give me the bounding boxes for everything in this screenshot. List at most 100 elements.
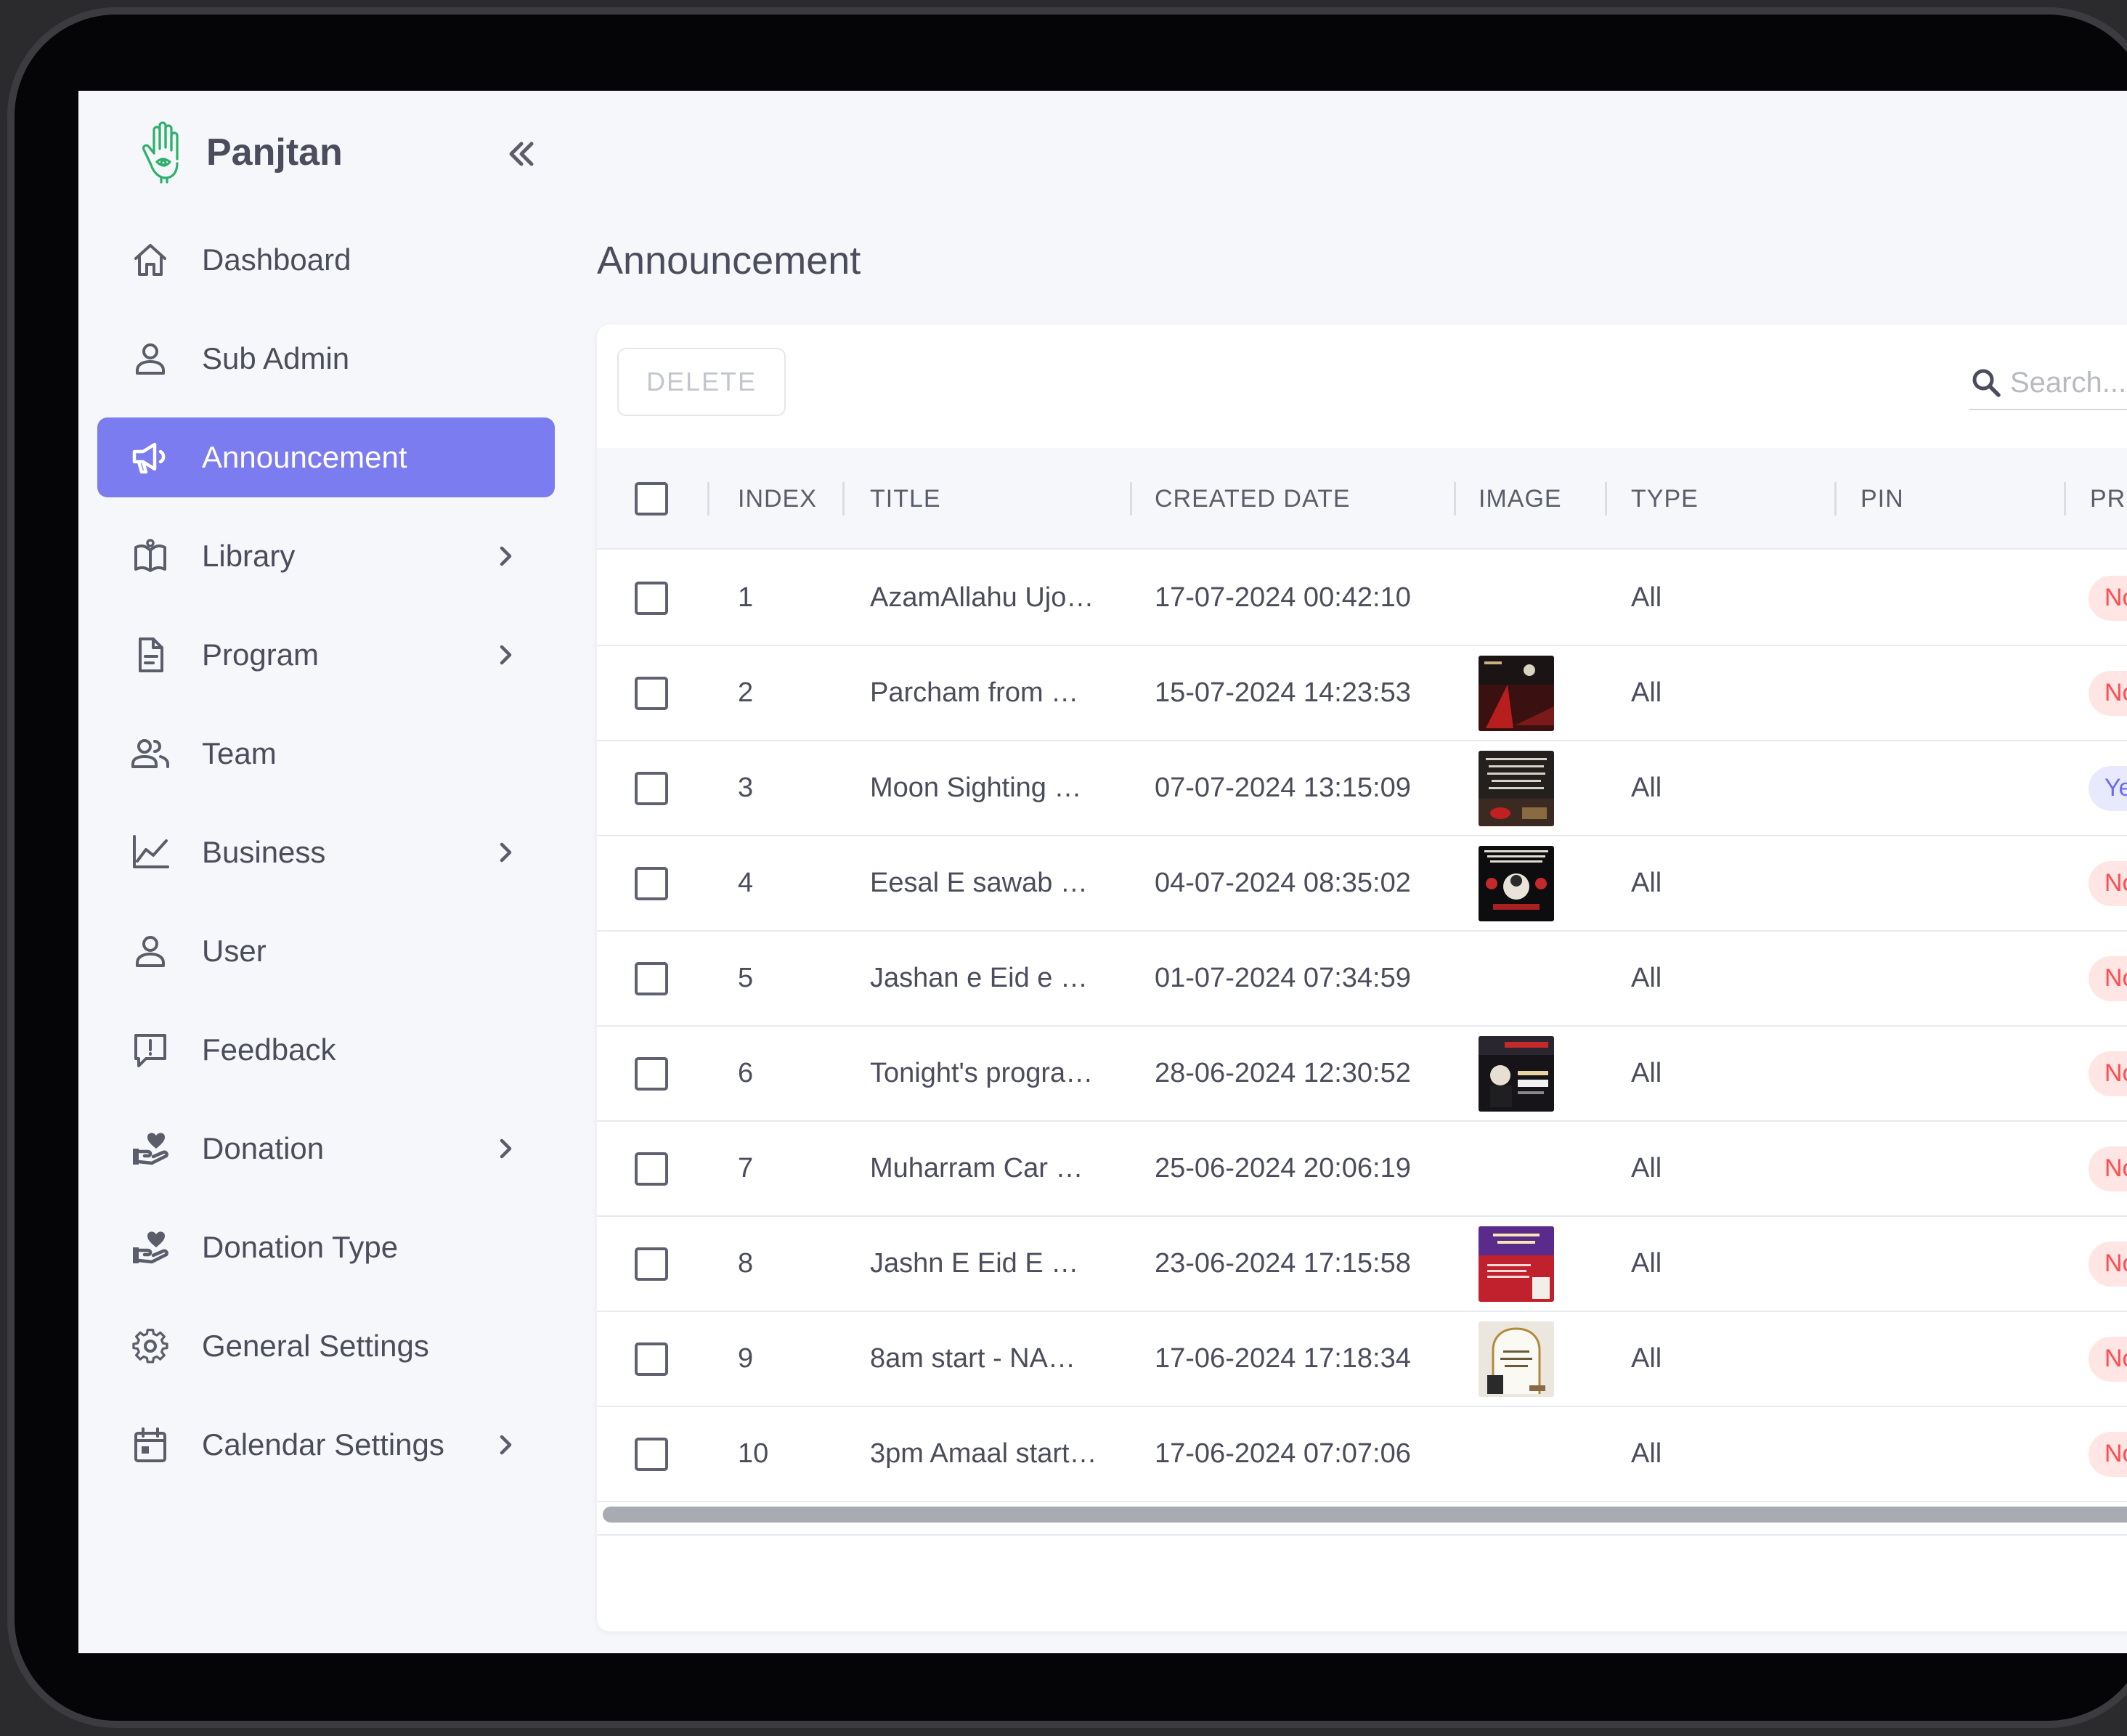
sidebar-item-calendar-settings[interactable]: Calendar Settings <box>97 1405 555 1485</box>
sidebar-item-user[interactable]: User <box>97 911 555 991</box>
calendar-icon <box>129 1424 171 1466</box>
team-icon <box>129 733 171 775</box>
table-row[interactable]: 4 Eesal E sawab … 04-07-2024 08:35:02 All No <box>597 836 2127 932</box>
table-row[interactable]: 10 3pm Amaal start… 17-06-2024 07:07:06 All… <box>597 1407 2127 1502</box>
column-header-created-date[interactable]: CREATED DATE <box>1155 448 1351 550</box>
sidebar-item-feedback[interactable]: Feedback <box>97 1010 555 1090</box>
sidebar-item-label: Donation <box>202 1131 325 1165</box>
sidebar-item-label: Sub Admin <box>202 341 350 375</box>
sidebar-item-label: General Settings <box>202 1329 429 1363</box>
sidebar-item-business[interactable]: Business <box>97 812 555 892</box>
sidebar-nav: Dashboard Sub Admin Announcement Library <box>97 220 555 1504</box>
column-separator[interactable] <box>842 482 845 515</box>
sidebar-item-label: Team <box>202 736 277 770</box>
table-row[interactable]: 8 Jashn E Eid E … 23-06-2024 17:15:58 All No <box>597 1217 2127 1312</box>
chevron-right-icon <box>485 832 526 873</box>
table-body: 1 AzamAllahu Ujo… 17-07-2024 00:42:10 All No… <box>597 551 2127 1502</box>
horizontal-scrollbar[interactable] <box>603 1507 2127 1523</box>
cell-title: Eesal E sawab … <box>870 868 1088 898</box>
sidebar-item-donation-type[interactable]: Donation Type <box>97 1207 555 1287</box>
column-header-type[interactable]: TYPE <box>1631 448 1699 550</box>
sidebar-item-label: Feedback <box>202 1032 336 1067</box>
announcement-thumbnail[interactable] <box>1479 1321 1554 1397</box>
column-header-index[interactable]: INDEX <box>738 448 817 550</box>
status-badge: No <box>2089 670 2127 716</box>
cell-index: 9 <box>738 1343 754 1374</box>
chevron-right-icon <box>485 536 526 576</box>
sidebar-item-label: Library <box>202 539 296 573</box>
chevron-right-icon <box>485 1425 526 1465</box>
row-checkbox[interactable] <box>635 1217 668 1311</box>
cell-pri: No <box>2089 932 2127 1025</box>
row-checkbox[interactable] <box>635 1027 668 1120</box>
table-row[interactable]: 6 Tonight's progra… 28-06-2024 12:30:52 All… <box>597 1027 2127 1122</box>
cell-created-date: 04-07-2024 08:35:02 <box>1155 868 1411 898</box>
cell-title: Moon Sighting … <box>870 773 1082 803</box>
table-row[interactable]: 7 Muharram Car … 25-06-2024 20:06:19 All No <box>597 1122 2127 1217</box>
column-separator[interactable] <box>2064 482 2066 515</box>
row-checkbox[interactable] <box>635 1312 668 1406</box>
row-checkbox[interactable] <box>635 741 668 835</box>
table-row[interactable]: 2 Parcham from … 15-07-2024 14:23:53 All No <box>597 646 2127 741</box>
column-header-pin[interactable]: PIN <box>1860 448 1904 550</box>
announcement-thumbnail[interactable] <box>1479 845 1554 921</box>
column-separator[interactable] <box>1605 482 1607 515</box>
column-header-image[interactable]: IMAGE <box>1479 448 1562 550</box>
table-row[interactable]: 9 8am start - NA… 17-06-2024 17:18:34 All No <box>597 1312 2127 1407</box>
cell-type: All <box>1631 582 1662 613</box>
hamsa-logo-icon <box>138 120 186 185</box>
row-checkbox[interactable] <box>635 1122 668 1215</box>
sidebar-item-library[interactable]: Library <box>97 516 555 596</box>
announcement-thumbnail[interactable] <box>1479 1226 1554 1302</box>
library-icon <box>129 535 171 577</box>
row-checkbox[interactable] <box>635 646 668 740</box>
cell-type: All <box>1631 1248 1662 1279</box>
announcement-thumbnail[interactable] <box>1479 750 1554 826</box>
row-checkbox[interactable] <box>635 551 668 645</box>
sidebar-item-program[interactable]: Program <box>97 615 555 695</box>
cell-type: All <box>1631 1343 1662 1374</box>
cell-pri: No <box>2089 836 2127 930</box>
column-separator[interactable] <box>1454 482 1456 515</box>
column-separator[interactable] <box>1130 482 1132 515</box>
announcement-thumbnail[interactable] <box>1479 1035 1554 1112</box>
row-checkbox[interactable] <box>635 836 668 930</box>
donation-icon <box>129 1226 171 1268</box>
table-row[interactable]: 5 Jashan e Eid e … 01-07-2024 07:34:59 All N… <box>597 932 2127 1027</box>
cell-index: 5 <box>738 963 754 993</box>
home-icon <box>129 239 171 281</box>
announcement-thumbnail[interactable] <box>1479 655 1554 731</box>
sidebar-item-label: Donation Type <box>202 1230 399 1264</box>
row-checkbox[interactable] <box>635 932 668 1025</box>
delete-button[interactable]: DELETE <box>617 348 786 416</box>
table-row[interactable]: 3 Moon Sighting … 07-07-2024 13:15:09 All Ye <box>597 741 2127 836</box>
column-header-title[interactable]: TITLE <box>870 448 941 550</box>
column-header-pri[interactable]: PRI <box>2090 448 2127 550</box>
sidebar-item-donation[interactable]: Donation <box>97 1109 555 1189</box>
search-input[interactable] <box>2010 366 2127 399</box>
user-icon <box>129 338 171 380</box>
select-all-checkbox[interactable] <box>635 448 668 550</box>
sidebar-item-team[interactable]: Team <box>97 714 555 794</box>
sidebar-item-sub-admin[interactable]: Sub Admin <box>97 319 555 399</box>
table-row[interactable]: 1 AzamAllahu Ujo… 17-07-2024 00:42:10 All No <box>597 551 2127 646</box>
sidebar-item-dashboard[interactable]: Dashboard <box>97 220 555 300</box>
sidebar-item-general-settings[interactable]: General Settings <box>97 1306 555 1386</box>
sidebar-item-label: Announcement <box>202 440 407 474</box>
column-separator[interactable] <box>707 482 709 515</box>
brand[interactable]: Panjtan <box>138 120 343 185</box>
cell-created-date: 07-07-2024 13:15:09 <box>1155 773 1411 803</box>
gear-icon <box>129 1325 171 1367</box>
document-icon <box>129 634 171 676</box>
row-checkbox[interactable] <box>635 1407 668 1501</box>
sidebar-item-announcement[interactable]: Announcement <box>97 417 555 497</box>
cell-title: Jashn E Eid E … <box>870 1248 1079 1279</box>
cell-title: AzamAllahu Ujo… <box>870 582 1094 613</box>
column-separator[interactable] <box>1834 482 1837 515</box>
cell-title: Muharram Car … <box>870 1153 1083 1183</box>
table-header: INDEX TITLE CREATED DATE IMAGE TYPE PIN … <box>597 448 2127 550</box>
search-field[interactable] <box>1969 356 2127 410</box>
cell-type: All <box>1631 773 1662 803</box>
collapse-sidebar-button[interactable] <box>500 132 543 176</box>
cell-pri: No <box>2089 551 2127 645</box>
